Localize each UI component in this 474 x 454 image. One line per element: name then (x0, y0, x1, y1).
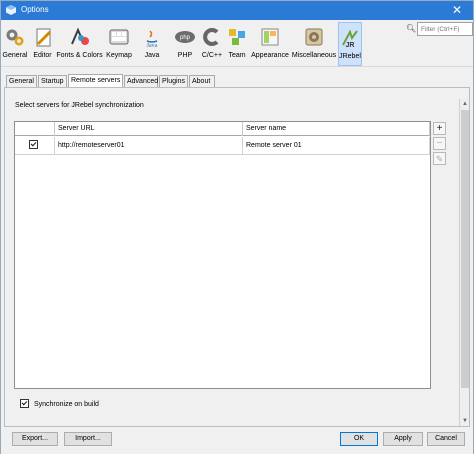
toolbar-item-general[interactable]: General (2, 22, 28, 66)
tab-general[interactable]: General (6, 75, 37, 87)
ok-button[interactable]: OK (340, 432, 378, 446)
appearance-icon (261, 28, 279, 46)
java-icon: Java (147, 30, 158, 48)
help-icon[interactable]: 🔍︎ (406, 24, 416, 33)
scroll-up-icon[interactable]: ▲ (460, 99, 470, 109)
toolbar-item-label: General (2, 52, 28, 59)
synchronize-on-build-label: Synchronize on build (33, 401, 99, 409)
toolbar-item-appearance[interactable]: Appearance (250, 22, 290, 66)
tab-label: Startup (41, 78, 64, 85)
apply-button[interactable]: Apply (383, 432, 423, 446)
editor-icon (36, 28, 51, 47)
remove-server-button[interactable]: − (433, 137, 446, 150)
toolbar-item-label: C/C++ (201, 52, 223, 59)
panel-scrollbar[interactable]: ▲ ▼ (459, 99, 469, 426)
window-title: Options (21, 5, 49, 14)
toolbar-item-miscellaneous[interactable]: Miscellaneous (291, 22, 337, 66)
server-name-cell[interactable]: Remote server 01 (243, 137, 430, 155)
team-icon (229, 29, 245, 45)
toolbar-item-label: PHP (177, 52, 193, 59)
servers-table: Server URL Server name http://remoteserv… (14, 121, 431, 389)
jrebel-icon: JR (342, 29, 358, 49)
tab-about[interactable]: About (189, 75, 215, 87)
row-select-checkbox[interactable] (29, 139, 38, 149)
toolbar-item-label: Keymap (106, 52, 132, 59)
toolbar-item-cpp[interactable]: C/C++ (199, 22, 225, 66)
php-icon: php (175, 31, 195, 43)
toolbar-item-label: Team (228, 52, 246, 59)
cancel-button[interactable]: Cancel (427, 432, 465, 446)
tab-advanced[interactable]: Advanced (124, 75, 158, 87)
column-header-server-url[interactable]: Server URL (55, 122, 243, 136)
options-window: Options ✕ General Editor Fonts & Colors (0, 0, 474, 454)
toolbar-item-label: Miscellaneous (291, 52, 337, 59)
toolbar-item-java[interactable]: Java Java (138, 22, 166, 66)
toolbar-item-label: Editor (33, 52, 52, 59)
toolbar-item-editor[interactable]: Editor (29, 22, 56, 66)
tab-label: About (192, 78, 211, 85)
column-header-server-name[interactable]: Server name (243, 122, 430, 136)
toolbar-item-label: JRebel (339, 53, 361, 60)
keymap-icon (109, 29, 129, 45)
cpp-icon (203, 28, 219, 46)
tab-label: Remote servers (71, 77, 121, 84)
title-bar: Options ✕ (1, 1, 473, 20)
synchronize-on-build[interactable]: Synchronize on build (20, 399, 99, 409)
filter-field[interactable] (417, 22, 473, 36)
servers-caption: Select servers for JRebel synchronizatio… (15, 102, 144, 109)
toolbar-item-jrebel[interactable]: JR JRebel (338, 22, 362, 66)
server-url-cell[interactable]: http://remoteserver01 (55, 137, 243, 155)
row-select-cell (15, 137, 55, 155)
toolbar-item-php[interactable]: php PHP (171, 22, 199, 66)
svg-text:php: php (180, 35, 191, 41)
tab-label: General (9, 78, 34, 85)
toolbar-item-label: Appearance (251, 52, 289, 59)
svg-text:JR: JR (346, 42, 355, 49)
column-header-select[interactable] (15, 122, 55, 136)
filter-input[interactable] (418, 23, 472, 35)
table-header: Server URL Server name (15, 122, 430, 136)
toolbar-item-keymap[interactable]: Keymap (104, 22, 134, 66)
import-button[interactable]: Import... (64, 432, 112, 446)
tab-label: Advanced (127, 78, 159, 85)
toolbar-item-team[interactable]: Team (226, 22, 248, 66)
general-gears-icon (6, 29, 24, 46)
close-button[interactable]: ✕ (441, 1, 473, 20)
tab-label: Plugins (162, 78, 185, 85)
options-category-toolbar: General Editor Fonts & Colors Keymap Jav… (1, 20, 473, 67)
toolbar-item-label: Fonts & Colors (56, 52, 103, 59)
miscellaneous-icon (305, 28, 323, 46)
svg-text:Java: Java (147, 43, 158, 48)
table-row[interactable]: http://remoteserver01 Remote server 01 (15, 137, 430, 155)
add-server-button[interactable]: + (433, 122, 446, 135)
edit-server-button[interactable]: ✎ (433, 152, 446, 165)
scroll-thumb[interactable] (461, 110, 469, 388)
toolbar-item-label: Java (144, 52, 160, 59)
fonts-colors-icon (70, 27, 89, 45)
toolbar-item-fonts-colors[interactable]: Fonts & Colors (56, 22, 103, 66)
app-cube-icon (6, 5, 16, 15)
synchronize-on-build-checkbox[interactable] (20, 399, 29, 408)
scroll-down-icon[interactable]: ▼ (460, 416, 470, 426)
tab-startup[interactable]: Startup (38, 75, 67, 87)
tab-remote-servers[interactable]: Remote servers (68, 74, 123, 87)
export-button[interactable]: Export... (12, 432, 58, 446)
tab-plugins[interactable]: Plugins (159, 75, 188, 87)
